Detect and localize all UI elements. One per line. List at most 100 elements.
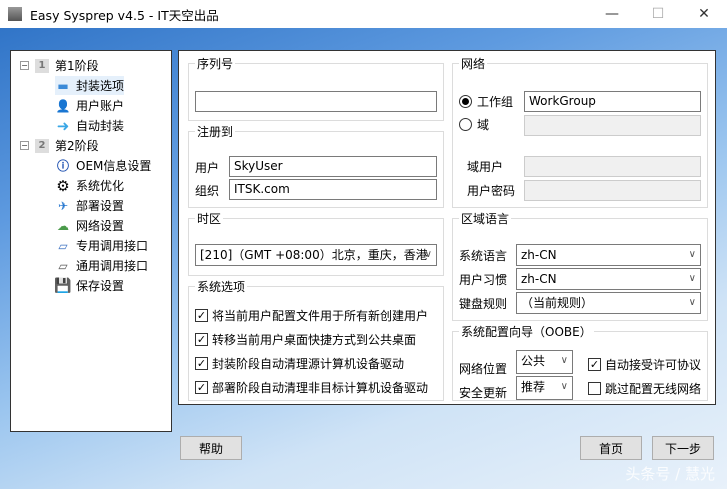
checkbox-checked-icon[interactable]: ✓ — [195, 357, 208, 370]
system-options-group: 系统选项 ✓ 将当前用户配置文件用于所有新创建用户 ✓ 转移当前用户桌面快捷方式到公… — [188, 278, 444, 401]
checkbox-label: 部署阶段自动清理非目标计算机设备驱动 — [212, 381, 429, 395]
tree-label: OEM信息设置 — [76, 159, 152, 173]
minimize-button[interactable]: — — [589, 0, 635, 28]
serial-input[interactable] — [195, 91, 437, 112]
checkbox-label: 自动接受许可协议 — [605, 358, 702, 372]
skip-wireless-checkbox[interactable]: 跳过配置无线网络 — [588, 380, 701, 397]
network-icon: ☁ — [57, 218, 69, 233]
gear-icon: ⚙ — [56, 176, 70, 195]
chevron-down-icon: ∨ — [688, 297, 696, 308]
interface-icon: ▱ — [58, 238, 68, 253]
timezone-select[interactable]: [210]（GMT +08:00）北京，重庆，香港 ∨ — [195, 244, 437, 266]
checkbox-checked-icon[interactable]: ✓ — [195, 333, 208, 346]
checkbox-checked-icon[interactable]: ✓ — [195, 381, 208, 394]
tree-stage-1[interactable]: − 1 第1阶段 — [20, 56, 99, 75]
watermark: 头条号 / 慧光 — [625, 465, 715, 483]
tree-label: 部署设置 — [76, 199, 125, 213]
user-locale-select[interactable]: zh-CN ∨ — [516, 268, 701, 290]
tree-item-user-accounts[interactable]: 👤 用户账户 — [55, 96, 125, 115]
network-location-label: 网络位置 — [459, 362, 508, 376]
tree-item-private-interface[interactable]: ▱ 专用调用接口 — [55, 236, 148, 255]
keyboard-select[interactable]: （当前规则） ∨ — [516, 292, 701, 314]
tree-stage-2[interactable]: − 2 第2阶段 — [20, 136, 99, 155]
radio-unselected-icon[interactable] — [459, 118, 472, 131]
system-language-label: 系统语言 — [459, 249, 508, 263]
workgroup-radio[interactable]: 工作组 — [459, 93, 513, 110]
collapse-icon[interactable]: − — [20, 61, 29, 70]
network-location-select[interactable]: 公共 ∨ — [516, 350, 573, 374]
tree-label: 自动封装 — [76, 119, 125, 133]
maximize-button[interactable]: ☐ — [635, 0, 681, 28]
group-legend: 注册到 — [195, 123, 236, 140]
radio-selected-icon[interactable] — [459, 95, 472, 108]
timezone-group: 时区 [210]（GMT +08:00）北京，重庆，香港 ∨ — [188, 210, 444, 276]
domain-password-label: 用户密码 — [467, 184, 516, 198]
collapse-icon[interactable]: − — [20, 141, 29, 150]
option-checkbox[interactable]: ✓ 部署阶段自动清理非目标计算机设备驱动 — [195, 379, 428, 396]
checkbox-unchecked-icon[interactable] — [588, 382, 601, 395]
register-group: 注册到 用户 SkyUser 组织 ITSK.com — [188, 123, 444, 208]
stage-number-icon: 2 — [35, 138, 49, 153]
checkbox-label: 跳过配置无线网络 — [605, 382, 702, 396]
tree-label: 用户账户 — [76, 99, 125, 113]
select-value: zh-CN — [521, 272, 557, 286]
tree-item-optimize[interactable]: ⚙ 系统优化 — [55, 176, 124, 195]
tree-item-network[interactable]: ☁ 网络设置 — [55, 216, 124, 235]
tree-label: 网络设置 — [76, 219, 125, 233]
tree-item-auto-seal[interactable]: ➜ 自动封装 — [55, 116, 124, 135]
chevron-down-icon: ∨ — [560, 355, 568, 366]
domain-radio[interactable]: 域 — [459, 116, 489, 133]
domain-input[interactable] — [524, 115, 701, 136]
checkbox-checked-icon[interactable]: ✓ — [195, 309, 208, 322]
option-checkbox[interactable]: ✓ 将当前用户配置文件用于所有新创建用户 — [195, 307, 428, 324]
accept-eula-checkbox[interactable]: ✓ 自动接受许可协议 — [588, 356, 701, 373]
select-value: [210]（GMT +08:00）北京，重庆，香港 — [200, 248, 428, 262]
tree-item-save[interactable]: 💾 保存设置 — [54, 276, 124, 295]
group-legend: 时区 — [195, 210, 224, 227]
next-button[interactable]: 下一步 — [652, 436, 714, 460]
group-legend: 区域语言 — [459, 210, 512, 227]
locale-group: 区域语言 系统语言 zh-CN ∨ 用户习惯 zh-CN ∨ 键盘规则 （当前规则）… — [452, 210, 708, 321]
tree-label: 专用调用接口 — [76, 239, 149, 253]
tree-item-oem[interactable]: ⓘ OEM信息设置 — [55, 156, 151, 175]
tree-item-seal-options[interactable]: ▬ 封装选项 — [55, 76, 125, 95]
tree-item-deploy[interactable]: ✈ 部署设置 — [55, 196, 124, 215]
option-checkbox[interactable]: ✓ 转移当前用户桌面快捷方式到公共桌面 — [195, 331, 416, 348]
tree-label: 封装选项 — [76, 79, 125, 93]
user-label: 用户 — [195, 161, 220, 175]
chevron-down-icon: ∨ — [424, 249, 432, 260]
group-legend: 系统配置向导（OOBE） — [459, 323, 594, 340]
tree-label: 通用调用接口 — [76, 259, 149, 273]
select-value: 推荐 — [521, 380, 546, 394]
domain-password-input[interactable] — [524, 180, 701, 201]
title-bar: Easy Sysprep v4.5 - IT天空出品 — ☐ ✕ — [0, 0, 727, 28]
close-button[interactable]: ✕ — [681, 0, 727, 28]
checkbox-label: 将当前用户配置文件用于所有新创建用户 — [212, 309, 429, 323]
monitor-icon: ▬ — [57, 78, 69, 93]
org-input[interactable]: ITSK.com — [229, 179, 437, 200]
chevron-down-icon: ∨ — [688, 249, 696, 260]
checkbox-checked-icon[interactable]: ✓ — [588, 358, 601, 371]
domain-user-input[interactable] — [524, 156, 701, 177]
radio-label: 域 — [477, 118, 490, 132]
checkbox-label: 封装阶段自动清理源计算机设备驱动 — [212, 357, 405, 371]
chevron-down-icon: ∨ — [688, 273, 696, 284]
keyboard-label: 键盘规则 — [459, 297, 508, 311]
home-button[interactable]: 首页 — [580, 436, 642, 460]
help-button[interactable]: 帮助 — [180, 436, 242, 460]
system-language-select[interactable]: zh-CN ∨ — [516, 244, 701, 266]
tree-item-general-interface[interactable]: ▱ 通用调用接口 — [55, 256, 148, 275]
workgroup-input[interactable]: WorkGroup — [524, 91, 701, 112]
info-icon: ⓘ — [56, 159, 69, 173]
group-legend: 系统选项 — [195, 278, 248, 295]
user-input[interactable]: SkyUser — [229, 156, 437, 177]
stage-number-icon: 1 — [35, 58, 49, 73]
security-update-label: 安全更新 — [459, 386, 508, 400]
deploy-icon: ✈ — [57, 198, 69, 213]
tree-label: 第1阶段 — [55, 59, 99, 73]
save-icon: 💾 — [54, 277, 72, 294]
settings-panel: 序列号 注册到 用户 SkyUser 组织 ITSK.com 时区 [210]（… — [178, 50, 716, 405]
security-update-select[interactable]: 推荐 ∨ — [516, 376, 573, 400]
option-checkbox[interactable]: ✓ 封装阶段自动清理源计算机设备驱动 — [195, 355, 404, 372]
select-value: （当前规则） — [521, 296, 594, 310]
